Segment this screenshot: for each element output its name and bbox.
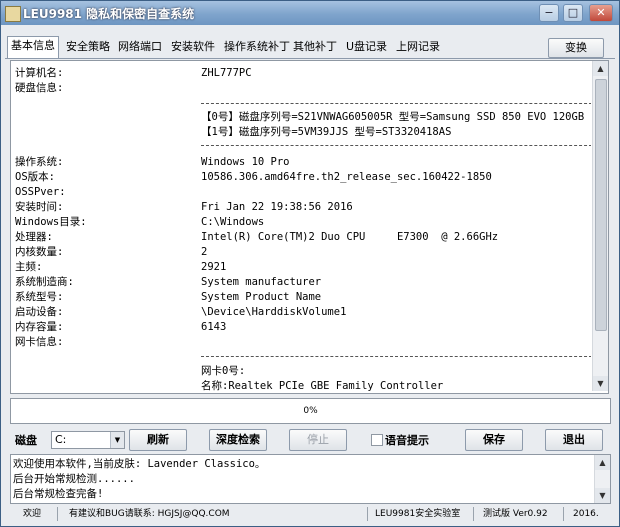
refresh-button[interactable]: 刷新: [129, 429, 187, 451]
tab-os-patches[interactable]: 操作系统补丁: [221, 38, 293, 56]
voice-prompt-checkbox[interactable]: [371, 434, 383, 446]
info-value: 2921: [201, 261, 227, 273]
log-scrollbar[interactable]: ▲ ▼: [594, 455, 610, 503]
scroll-down-icon[interactable]: ▼: [593, 376, 608, 391]
info-label: 内核数量:: [15, 246, 64, 258]
info-value: 名称:Realtek PCIe GBE Family Controller: [201, 380, 444, 391]
info-value: \Device\HarddiskVolume1: [201, 306, 347, 318]
separator-line: [201, 356, 591, 357]
info-value: System manufacturer: [201, 276, 322, 288]
info-value: Intel(R) Core(TM)2 Duo CPU E7300 @ 2.66G…: [201, 231, 499, 243]
info-label: 安装时间:: [15, 201, 64, 213]
app-window: LEU9981 隐私和保密自查系统 − □ ✕ 基本信息 安全策略 网络端口 安…: [0, 0, 620, 527]
info-label: 计算机名:: [15, 67, 64, 79]
minimize-button[interactable]: −: [539, 4, 559, 22]
status-divider: [57, 507, 58, 521]
info-label: 主频:: [15, 261, 43, 273]
chevron-down-icon[interactable]: ▼: [110, 432, 124, 448]
title-bar[interactable]: LEU9981 隐私和保密自查系统 − □ ✕: [1, 1, 619, 25]
info-label: 硬盘信息:: [15, 82, 64, 94]
disk-select[interactable]: C: ▼: [51, 431, 125, 449]
progress-text: 0%: [303, 406, 318, 416]
deep-scan-button[interactable]: 深度检索: [209, 429, 267, 451]
info-value: 【1号】磁盘序列号=5VM39JJS 型号=ST3320418AS: [201, 126, 452, 138]
tab-basic-info[interactable]: 基本信息: [7, 36, 59, 58]
info-value: 网卡0号:: [201, 365, 246, 377]
app-icon: [5, 6, 21, 22]
scrollbar-thumb[interactable]: [595, 79, 607, 331]
save-button[interactable]: 保存: [465, 429, 523, 451]
maximize-button[interactable]: □: [563, 4, 583, 22]
status-divider: [563, 507, 564, 521]
tab-installed-software[interactable]: 安装软件: [168, 38, 218, 56]
separator-line: [201, 145, 591, 146]
info-label: 处理器:: [15, 231, 53, 243]
tab-security-policy[interactable]: 安全策略: [63, 38, 113, 56]
info-value: ZHL777PC: [201, 67, 252, 79]
voice-prompt-label: 语音提示: [385, 434, 429, 447]
info-label: 启动设备:: [15, 306, 64, 318]
status-bar: 欢迎 有建议和BUG请联系: HGJSJ@QQ.COM LEU9981安全实验室…: [1, 504, 619, 524]
info-label: 操作系统:: [15, 156, 64, 168]
close-button[interactable]: ✕: [589, 4, 613, 22]
info-label: OSSPver:: [15, 186, 66, 198]
info-label: 网卡信息:: [15, 336, 64, 348]
status-lab: LEU9981安全实验室: [375, 509, 461, 519]
info-label: 系统制造商:: [15, 276, 74, 288]
log-line: 欢迎使用本软件,当前皮肤: Lavender Classico。: [13, 458, 266, 470]
info-panel[interactable]: 计算机名: ZHL777PC 硬盘信息: 【0号】磁盘序列号=S21VNWAG6…: [10, 60, 609, 394]
separator-line: [201, 103, 591, 104]
change-button[interactable]: 变换: [548, 38, 604, 58]
progress-bar: 0%: [10, 398, 611, 424]
info-value: Fri Jan 22 19:38:56 2016: [201, 201, 353, 213]
info-label: OS版本:: [15, 171, 55, 183]
info-text: 计算机名: ZHL777PC 硬盘信息: 【0号】磁盘序列号=S21VNWAG6…: [13, 63, 591, 391]
status-divider: [367, 507, 368, 521]
info-scrollbar[interactable]: ▲ ▼: [592, 61, 608, 391]
status-version: 测试版 Ver0.92: [483, 509, 548, 519]
status-feedback: 有建议和BUG请联系: HGJSJ@QQ.COM: [69, 509, 230, 519]
info-value: System Product Name: [201, 291, 322, 303]
exit-button[interactable]: 退出: [545, 429, 603, 451]
scroll-down-icon[interactable]: ▼: [595, 488, 610, 503]
info-label: 内存容量:: [15, 321, 64, 333]
status-divider: [473, 507, 474, 521]
window-title: LEU9981 隐私和保密自查系统: [23, 7, 195, 21]
status-welcome: 欢迎: [23, 509, 42, 519]
tab-bar: 基本信息 安全策略 网络端口 安装软件 操作系统补丁 其他补丁 U盘记录 上网记…: [5, 36, 615, 59]
disk-select-value: C:: [55, 433, 67, 446]
info-value: 6143: [201, 321, 227, 333]
info-label: 系统型号:: [15, 291, 64, 303]
scroll-up-icon[interactable]: ▲: [593, 61, 608, 76]
info-value: 10586.306.amd64fre.th2_release_sec.16042…: [201, 171, 492, 183]
log-text: 欢迎使用本软件,当前皮肤: Lavender Classico。 后台开始常规检…: [13, 457, 593, 502]
log-line: 后台常规检查完备!: [13, 488, 104, 500]
tab-browsing-records[interactable]: 上网记录: [393, 38, 443, 56]
control-bar: 磁盘 C: ▼ 刷新 深度检索 停止 语音提示 保存 退出: [1, 427, 619, 451]
info-value: 2: [201, 246, 208, 258]
status-year: 2016.: [573, 509, 599, 519]
info-value: 【0号】磁盘序列号=S21VNWAG605005R 型号=Samsung SSD…: [201, 111, 585, 123]
scroll-up-icon[interactable]: ▲: [595, 455, 610, 470]
tab-other-patches[interactable]: 其他补丁: [290, 38, 340, 56]
stop-button[interactable]: 停止: [289, 429, 347, 451]
log-line: 后台开始常规检测......: [13, 473, 135, 485]
info-value: Windows 10 Pro: [201, 156, 290, 168]
disk-label: 磁盘: [15, 434, 37, 447]
info-label: Windows目录:: [15, 216, 87, 228]
tab-network-ports[interactable]: 网络端口: [115, 38, 165, 56]
info-value: C:\Windows: [201, 216, 265, 228]
tab-usb-records[interactable]: U盘记录: [343, 38, 390, 56]
log-panel[interactable]: 欢迎使用本软件,当前皮肤: Lavender Classico。 后台开始常规检…: [10, 454, 611, 504]
